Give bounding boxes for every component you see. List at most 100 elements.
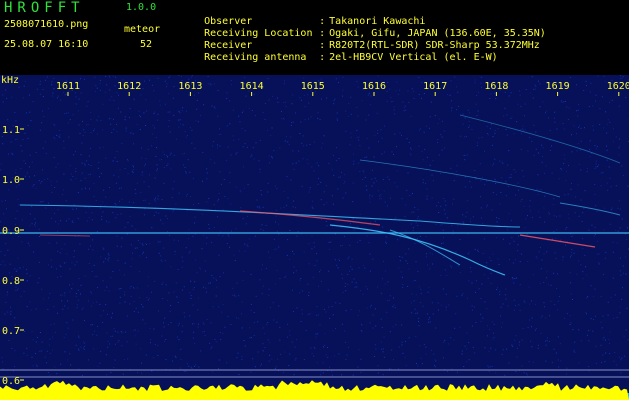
noise-dot (208, 223, 210, 225)
noise-dot (336, 112, 338, 114)
noise-dot (31, 161, 33, 163)
noise-dot (208, 282, 210, 284)
noise-dot (78, 124, 80, 126)
noise-dot (565, 228, 567, 230)
noise-dot (613, 128, 614, 130)
noise-dot (135, 193, 137, 195)
noise-dot (273, 150, 275, 152)
noise-dot (571, 134, 572, 136)
noise-dot (482, 253, 484, 254)
noise-dot (229, 246, 231, 248)
noise-dot (24, 175, 26, 177)
noise-dot (573, 125, 575, 127)
noise-dot (206, 237, 208, 239)
noise-dot (69, 291, 71, 293)
noise-dot (193, 94, 195, 96)
noise-dot (175, 203, 177, 205)
noise-dot (182, 260, 184, 262)
noise-dot (517, 347, 518, 349)
noise-dot (334, 355, 335, 357)
noise-dot (4, 264, 6, 266)
noise-dot (490, 93, 492, 95)
noise-dot (474, 306, 475, 308)
noise-dot (462, 113, 464, 115)
noise-dot (181, 331, 183, 333)
noise-dot (442, 229, 444, 231)
noise-dot (17, 289, 18, 291)
noise-dot (123, 274, 125, 276)
noise-dot (522, 125, 524, 127)
noise-dot (388, 299, 390, 301)
noise-dot (515, 371, 517, 373)
noise-dot (404, 216, 406, 218)
noise-dot (222, 332, 224, 334)
noise-dot (81, 188, 83, 190)
noise-dot (168, 120, 170, 122)
noise-dot (531, 300, 533, 302)
noise-dot (103, 261, 105, 263)
noise-dot (457, 225, 459, 227)
noise-dot (263, 285, 264, 287)
noise-dot (53, 123, 55, 125)
noise-dot (352, 201, 354, 203)
noise-dot (177, 336, 178, 338)
noise-dot (488, 366, 490, 368)
noise-dot (521, 253, 522, 255)
noise-dot (39, 201, 41, 203)
noise-dot (400, 271, 402, 273)
noise-dot (76, 304, 78, 306)
noise-dot (164, 260, 166, 262)
noise-dot (389, 331, 391, 333)
noise-dot (429, 321, 431, 323)
noise-dot (134, 247, 136, 249)
noise-dot (35, 353, 37, 355)
noise-dot (432, 263, 433, 265)
noise-dot (230, 203, 232, 205)
noise-dot (31, 330, 33, 332)
noise-dot (49, 344, 50, 346)
noise-dot (84, 187, 86, 189)
noise-dot (96, 301, 98, 303)
noise-dot (544, 221, 546, 223)
noise-dot (172, 97, 174, 99)
noise-dot (623, 355, 625, 357)
noise-dot (159, 100, 161, 102)
noise-dot (476, 95, 478, 96)
noise-dot (392, 359, 394, 361)
noise-dot (241, 356, 243, 358)
noise-dot (348, 115, 350, 117)
noise-dot (35, 152, 37, 153)
noise-dot (206, 243, 207, 244)
noise-dot (550, 284, 552, 286)
noise-dot (45, 152, 47, 154)
noise-dot (100, 207, 102, 209)
noise-dot (117, 214, 119, 216)
noise-dot (220, 133, 222, 135)
noise-dot (347, 347, 349, 348)
noise-dot (141, 157, 143, 159)
noise-dot (124, 301, 126, 303)
noise-dot (59, 264, 61, 266)
noise-dot (195, 233, 196, 235)
noise-dot (608, 338, 610, 340)
noise-dot (275, 185, 276, 187)
noise-dot (586, 297, 588, 299)
noise-dot (494, 132, 496, 134)
noise-dot (108, 118, 110, 120)
noise-dot (42, 147, 44, 149)
noise-dot (519, 94, 521, 96)
noise-dot (470, 218, 472, 220)
noise-dot (79, 243, 81, 245)
noise-dot (440, 134, 442, 136)
noise-dot (68, 218, 70, 220)
noise-dot (368, 114, 370, 116)
noise-dot (582, 248, 584, 250)
noise-dot (173, 180, 175, 182)
noise-dot (486, 325, 488, 327)
noise-dot (546, 340, 548, 342)
noise-dot (9, 272, 10, 274)
noise-dot (99, 79, 101, 81)
noise-dot (571, 251, 573, 253)
noise-dot (75, 344, 77, 346)
noise-dot (264, 347, 266, 349)
